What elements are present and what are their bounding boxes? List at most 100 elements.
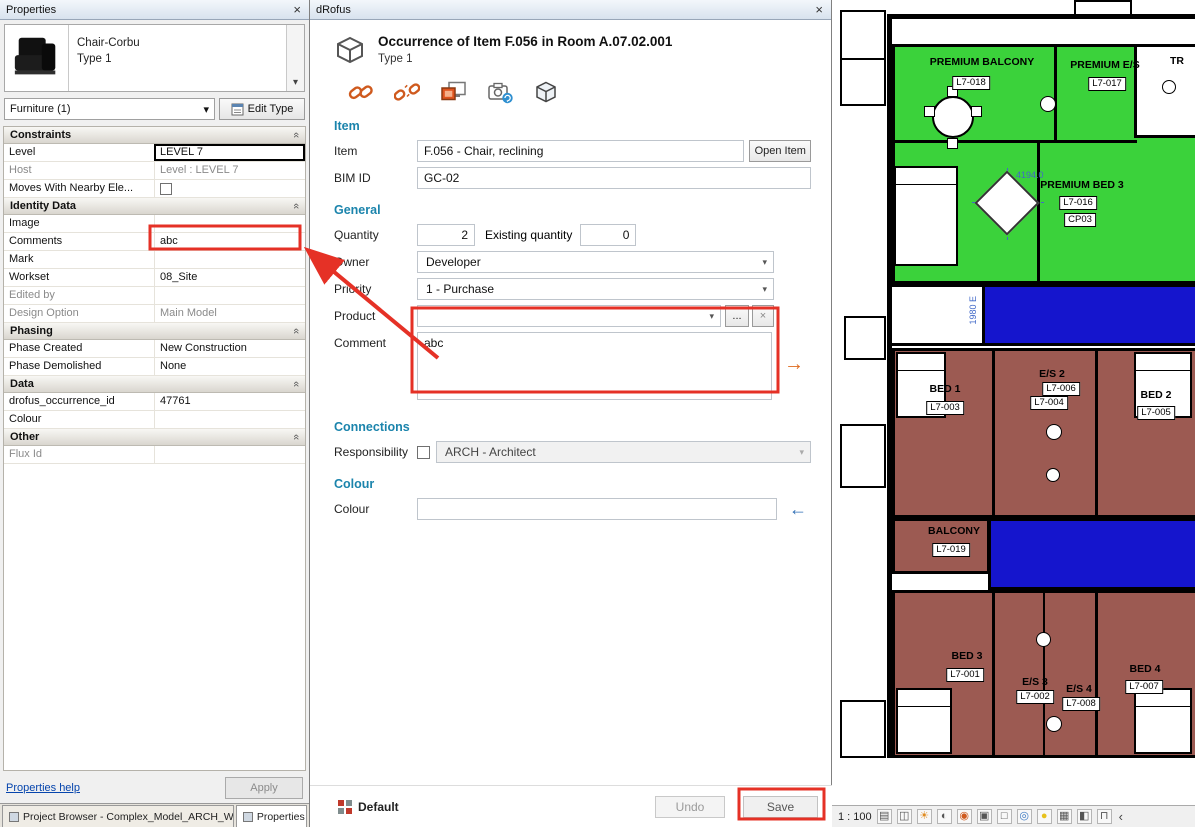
close-icon[interactable]: × bbox=[813, 3, 825, 16]
apply-button[interactable]: Apply bbox=[225, 777, 303, 799]
collapse-chevron-icon[interactable]: « bbox=[290, 434, 302, 440]
section-header-constraints[interactable]: Constraints « bbox=[4, 127, 305, 144]
show-rendering-dialog-icon[interactable]: ◉ bbox=[957, 809, 972, 824]
section-header-identity[interactable]: Identity Data « bbox=[4, 198, 305, 215]
show-in-model-icon[interactable] bbox=[440, 80, 467, 104]
update-image-icon[interactable] bbox=[487, 80, 514, 104]
default-profile[interactable]: Default bbox=[338, 800, 399, 814]
level-value[interactable]: LEVEL 7 bbox=[154, 144, 305, 161]
collapse-bar-chevron-icon[interactable]: ‹ bbox=[1119, 809, 1123, 824]
owner-select[interactable]: Developer ▾ bbox=[417, 251, 774, 273]
collapse-chevron-icon[interactable]: « bbox=[290, 381, 302, 387]
room-tag[interactable]: L7-003 bbox=[926, 401, 964, 415]
properties-help-link[interactable]: Properties help bbox=[6, 782, 80, 794]
product-browse-button[interactable]: ... bbox=[725, 305, 749, 327]
room-tag[interactable]: L7-019 bbox=[932, 543, 970, 557]
room-name[interactable]: BALCONY bbox=[928, 525, 980, 537]
bim-id-input[interactable] bbox=[417, 167, 811, 189]
pull-colour-arrow-icon[interactable]: ← bbox=[789, 500, 807, 518]
room-name[interactable]: BED 3 bbox=[952, 650, 983, 662]
detail-level-icon[interactable]: ▤ bbox=[877, 809, 892, 824]
comments-value[interactable]: abc bbox=[154, 233, 305, 250]
properties-titlebar[interactable]: Properties × bbox=[0, 0, 309, 20]
room-tag[interactable]: L7-001 bbox=[946, 668, 984, 682]
mark-value[interactable] bbox=[154, 251, 305, 268]
type-selector-dropdown[interactable]: ▾ bbox=[286, 25, 304, 91]
tab-properties[interactable]: Properties bbox=[236, 805, 307, 827]
room-tag[interactable]: L7-018 bbox=[952, 76, 990, 90]
open-item-button[interactable]: Open Item bbox=[749, 140, 811, 162]
collapse-chevron-icon[interactable]: « bbox=[290, 203, 302, 209]
save-button[interactable]: Save bbox=[743, 796, 818, 818]
room-tag[interactable]: L7-016 bbox=[1059, 196, 1097, 210]
drofus-titlebar[interactable]: dRofus × bbox=[310, 0, 831, 20]
category-filter-combo[interactable]: Furniture (1) ▾ bbox=[4, 98, 215, 120]
sun-path-icon[interactable]: ☀ bbox=[917, 809, 932, 824]
room-name[interactable]: E/S 2 bbox=[1039, 368, 1065, 380]
unlink-icon[interactable] bbox=[394, 82, 420, 102]
room-name[interactable]: E/S 3 bbox=[1022, 676, 1048, 688]
room-tag[interactable]: CP03 bbox=[1064, 213, 1096, 227]
responsibility-select[interactable]: ARCH - Architect ▾ bbox=[436, 441, 811, 463]
section-header-phasing[interactable]: Phasing « bbox=[4, 323, 305, 340]
dimension-label[interactable]: 1980 E bbox=[968, 296, 978, 325]
tab-project-browser[interactable]: Project Browser - Complex_Model_ARCH_Wi.… bbox=[2, 805, 234, 827]
responsibility-checkbox[interactable] bbox=[417, 446, 430, 459]
moves-with-nearby-checkbox[interactable] bbox=[160, 183, 172, 195]
room-name[interactable]: BED 1 bbox=[930, 383, 961, 395]
collapse-chevron-icon[interactable]: « bbox=[290, 132, 302, 138]
temporary-hide-isolate-icon[interactable]: ◎ bbox=[1017, 809, 1032, 824]
collapse-chevron-icon[interactable]: « bbox=[290, 328, 302, 334]
room-tag[interactable]: L7-006 bbox=[1042, 382, 1080, 396]
floor-plan-view[interactable]: 4194.0 1980 E PREMIUM BALCONY L7-018 PRE… bbox=[832, 0, 1195, 827]
phase-created-value[interactable]: New Construction bbox=[154, 340, 305, 357]
room-tag[interactable]: L7-005 bbox=[1137, 406, 1175, 420]
item-input[interactable] bbox=[417, 140, 744, 162]
product-clear-button[interactable]: × bbox=[752, 305, 774, 327]
colour-value[interactable] bbox=[154, 411, 305, 428]
priority-select[interactable]: 1 - Purchase ▾ bbox=[417, 278, 774, 300]
type-selector[interactable]: Chair-Corbu Type 1 ▾ bbox=[4, 24, 305, 92]
room-name[interactable]: E/S 4 bbox=[1066, 683, 1092, 695]
room-tag[interactable]: L7-004 bbox=[1030, 396, 1068, 410]
room-tag[interactable]: L7-002 bbox=[1016, 690, 1054, 704]
workset-value[interactable]: 08_Site bbox=[154, 269, 305, 286]
section-header-data[interactable]: Data « bbox=[4, 376, 305, 393]
room-tag[interactable]: L7-017 bbox=[1088, 77, 1126, 91]
close-icon[interactable]: × bbox=[291, 3, 303, 16]
room-name[interactable]: BED 4 bbox=[1130, 663, 1161, 675]
room-tag[interactable]: L7-008 bbox=[1062, 697, 1100, 711]
occurrence-id-value[interactable]: 47761 bbox=[154, 393, 305, 410]
show-constraints-icon[interactable]: ⊓ bbox=[1097, 809, 1112, 824]
shadows-icon[interactable]: ◐ bbox=[937, 809, 952, 824]
comment-textarea[interactable]: abc bbox=[417, 332, 772, 400]
quantity-input[interactable] bbox=[417, 224, 475, 246]
link-icon[interactable] bbox=[348, 82, 374, 102]
scale-control[interactable]: 1 : 100 bbox=[838, 811, 872, 823]
phase-demolished-value[interactable]: None bbox=[154, 358, 305, 375]
existing-quantity-input[interactable] bbox=[580, 224, 636, 246]
room-name[interactable]: PREMIUM BED 3 bbox=[1040, 179, 1123, 191]
section-header-other[interactable]: Other « bbox=[4, 429, 305, 446]
corridor-band-lower[interactable] bbox=[988, 518, 1195, 590]
show-3d-icon[interactable] bbox=[534, 80, 558, 104]
reveal-hidden-elements-icon[interactable]: ● bbox=[1037, 809, 1052, 824]
temporary-view-properties-icon[interactable]: ▦ bbox=[1057, 809, 1072, 824]
room-name[interactable]: BED 2 bbox=[1141, 389, 1172, 401]
undo-button[interactable]: Undo bbox=[655, 796, 725, 818]
visual-style-icon[interactable]: ◫ bbox=[897, 809, 912, 824]
edit-type-button[interactable]: Edit Type bbox=[219, 98, 305, 120]
room-name[interactable]: TR bbox=[1170, 55, 1184, 67]
product-select[interactable]: ▾ bbox=[417, 305, 721, 327]
section-item: Item bbox=[334, 119, 811, 133]
room-name[interactable]: PREMIUM E/S bbox=[1070, 59, 1139, 71]
room-tag[interactable]: L7-007 bbox=[1125, 680, 1163, 694]
push-to-drofus-arrow-icon[interactable]: → bbox=[784, 354, 804, 374]
room-name[interactable]: PREMIUM BALCONY bbox=[930, 56, 1034, 68]
colour-input[interactable] bbox=[417, 498, 777, 520]
corridor-band-upper[interactable] bbox=[982, 284, 1195, 346]
worksharing-display-icon[interactable]: ◧ bbox=[1077, 809, 1092, 824]
crop-view-icon[interactable]: ▣ bbox=[977, 809, 992, 824]
image-value[interactable] bbox=[154, 215, 305, 232]
show-crop-region-icon[interactable]: □ bbox=[997, 809, 1012, 824]
